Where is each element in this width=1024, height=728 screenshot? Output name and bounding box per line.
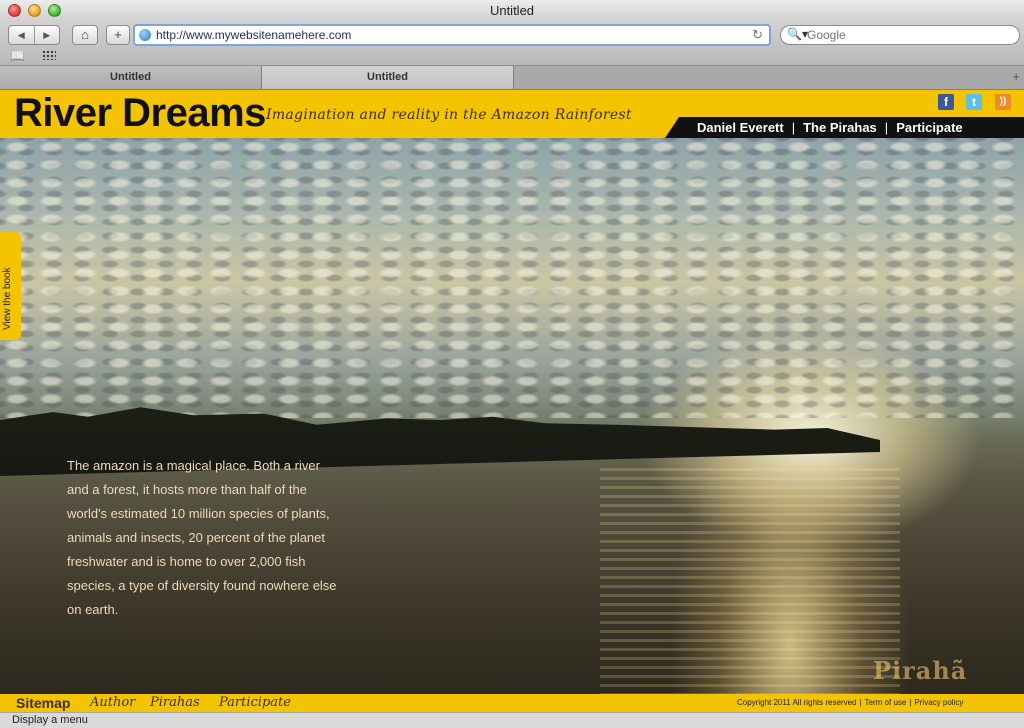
bookmarks-book-icon[interactable]: 📖 bbox=[10, 49, 25, 63]
nav-link-participate[interactable]: Participate bbox=[896, 120, 962, 135]
footer-separator: | bbox=[859, 698, 862, 707]
nav-link-daniel-everett[interactable]: Daniel Everett bbox=[697, 120, 784, 135]
zoom-window-button[interactable] bbox=[48, 4, 61, 17]
status-text: Display a menu bbox=[12, 714, 88, 726]
view-the-book-tab[interactable]: View the book bbox=[0, 232, 21, 340]
status-bar: Display a menu bbox=[0, 712, 1024, 728]
water-reflection bbox=[600, 468, 900, 694]
top-sites-grid-icon[interactable] bbox=[42, 50, 56, 60]
nav-separator: | bbox=[791, 120, 796, 135]
close-window-button[interactable] bbox=[8, 4, 21, 17]
minimize-window-button[interactable] bbox=[28, 4, 41, 17]
cloud-texture bbox=[0, 138, 1024, 418]
footer-link-pirahas[interactable]: Pirahas bbox=[150, 694, 200, 712]
site-header: River Dreams Imagination and reality in … bbox=[0, 90, 1024, 138]
history-navigation: ◀ ▶ bbox=[8, 25, 60, 45]
new-tab-icon[interactable]: + bbox=[1012, 69, 1020, 84]
site-logo[interactable]: River Dreams bbox=[14, 91, 266, 136]
back-button[interactable]: ◀ bbox=[9, 26, 34, 44]
tab-bar: Untitled Untitled + bbox=[0, 66, 1024, 90]
home-icon: ⌂ bbox=[81, 27, 89, 42]
footer-link-author[interactable]: Author bbox=[90, 694, 135, 712]
window-titlebar: Untitled bbox=[0, 0, 1024, 22]
search-icon[interactable]: 🔍▾ bbox=[787, 27, 808, 41]
browser-toolbar: ◀ ▶ ⌂ + http://www.mywebsitenamehere.com… bbox=[0, 22, 1024, 66]
rss-icon[interactable]: )) bbox=[995, 94, 1011, 110]
forward-button[interactable]: ▶ bbox=[33, 26, 60, 44]
main-navigation: Daniel Everett | The Pirahas | Participa… bbox=[665, 117, 1024, 138]
footer-separator: | bbox=[909, 698, 912, 707]
sitemap-label: Sitemap bbox=[16, 695, 71, 711]
twitter-icon[interactable]: t bbox=[966, 94, 982, 110]
facebook-icon[interactable]: f bbox=[938, 94, 954, 110]
tab-untitled-1[interactable]: Untitled bbox=[0, 66, 262, 89]
footer-link-participate[interactable]: Participate bbox=[219, 694, 291, 712]
hero-image: The amazon is a magical place. Both a ri… bbox=[0, 138, 1024, 694]
globe-icon bbox=[139, 29, 151, 41]
footer-legal: Copyright 2011 All rights reserved | Term … bbox=[737, 694, 963, 712]
nav-separator: | bbox=[884, 120, 889, 135]
address-input[interactable]: http://www.mywebsitenamehere.com bbox=[156, 28, 351, 42]
search-input[interactable] bbox=[807, 27, 1012, 43]
home-button[interactable]: ⌂ bbox=[72, 25, 98, 45]
intro-text: The amazon is a magical place. Both a ri… bbox=[67, 458, 337, 617]
piraha-watermark: Pirahã bbox=[873, 656, 968, 685]
view-the-book-label: View the book bbox=[2, 267, 13, 330]
copyright-text: Copyright 2011 All rights reserved bbox=[737, 698, 857, 707]
site-tagline: Imagination and reality in the Amazon Ra… bbox=[266, 107, 632, 123]
add-bookmark-button[interactable]: + bbox=[106, 25, 130, 45]
nav-link-the-pirahas[interactable]: The Pirahas bbox=[803, 120, 877, 135]
address-bar[interactable]: http://www.mywebsitenamehere.com ↻ bbox=[133, 24, 771, 46]
reload-icon[interactable]: ↻ bbox=[752, 27, 763, 43]
site-footer: Sitemap Author Pirahas Participate Copyr… bbox=[0, 694, 1024, 712]
plus-icon: + bbox=[114, 27, 122, 42]
privacy-policy-link[interactable]: Privacy policy bbox=[914, 698, 963, 707]
window-title: Untitled bbox=[489, 3, 535, 18]
search-field[interactable]: 🔍▾ bbox=[780, 25, 1020, 45]
tab-untitled-2[interactable]: Untitled bbox=[262, 66, 514, 89]
terms-of-use-link[interactable]: Term of use bbox=[865, 698, 907, 707]
